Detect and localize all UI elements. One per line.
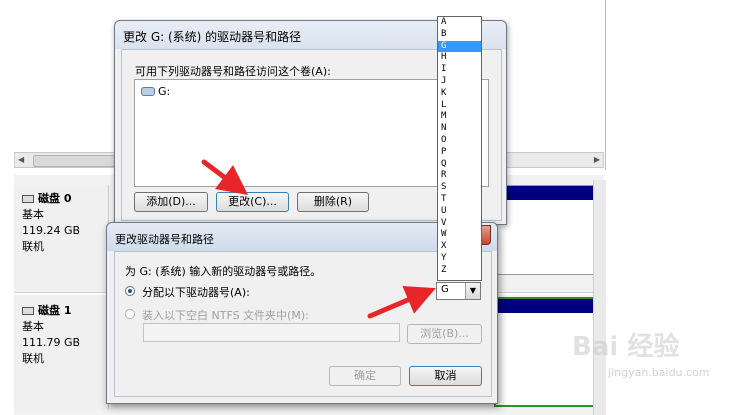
ok-button[interactable]: 确定 <box>329 366 401 386</box>
letter-option-l[interactable]: L <box>438 100 481 112</box>
dialog-prompt: 为 G: (系统) 输入新的驱动器号或路径。 <box>125 265 322 278</box>
letter-option-h[interactable]: H <box>438 52 481 64</box>
mount-folder-label: 装入以下空白 NTFS 文件夹中(M): <box>142 309 309 322</box>
list-label: 可用下列驱动器号和路径访问这个卷(A): <box>135 65 331 78</box>
disk-status: 联机 <box>22 240 44 253</box>
drive-letter-select[interactable]: G ▼ <box>436 282 481 300</box>
dialog-title: 更改驱动器号和路径 <box>115 233 214 246</box>
list-item[interactable]: G: <box>141 85 170 98</box>
watermark-url: jingyan.baidu.com <box>608 366 710 379</box>
list-item-label: G: <box>158 85 171 98</box>
scroll-right-icon[interactable]: ▶ <box>594 155 600 164</box>
letter-option-k[interactable]: K <box>438 88 481 100</box>
letter-option-p[interactable]: P <box>438 147 481 159</box>
letter-option-m[interactable]: M <box>438 111 481 123</box>
letter-option-x[interactable]: X <box>438 241 481 253</box>
folder-path-input[interactable] <box>143 323 400 342</box>
mount-folder-radio[interactable] <box>125 309 135 319</box>
letter-option-i[interactable]: I <box>438 64 481 76</box>
disk-name: 磁盘 1 <box>38 304 72 317</box>
letter-option-y[interactable]: Y <box>438 253 481 265</box>
letter-option-u[interactable]: U <box>438 206 481 218</box>
disk-0-info[interactable]: 磁盘 0 基本 119.24 GB 联机 <box>14 185 109 297</box>
disk-type: 基本 <box>22 320 44 333</box>
letter-option-t[interactable]: T <box>438 194 481 206</box>
letter-option-s[interactable]: S <box>438 182 481 194</box>
letter-option-q[interactable]: Q <box>438 159 481 171</box>
disk-icon <box>22 307 34 315</box>
chevron-down-icon[interactable]: ▼ <box>465 283 480 299</box>
dialog-title: 更改 G: (系统) 的驱动器号和路径 <box>123 30 302 44</box>
drive-path-list[interactable]: G: <box>134 79 489 187</box>
add-button[interactable]: 添加(D)... <box>134 192 208 212</box>
letter-option-n[interactable]: N <box>438 123 481 135</box>
drive-letter-dropdown[interactable]: ABGHIJKLMNOPQRSTUVWXYZ <box>437 16 482 281</box>
letter-option-g[interactable]: G <box>438 40 481 53</box>
disk-size: 119.24 GB <box>22 224 81 237</box>
scroll-left-icon[interactable]: ◀ <box>18 155 24 164</box>
drive-icon <box>141 87 155 96</box>
disk-size: 111.79 GB <box>22 336 81 349</box>
delete-button[interactable]: 删除(R) <box>297 192 369 212</box>
browse-button[interactable]: 浏览(B)... <box>407 324 482 344</box>
disk-status: 联机 <box>22 352 44 365</box>
assign-letter-radio[interactable] <box>125 286 135 296</box>
watermark-logo: Bai 经验 <box>572 332 680 362</box>
change-button[interactable]: 更改(C)... <box>216 192 289 212</box>
letter-option-v[interactable]: V <box>438 218 481 230</box>
disk-name: 磁盘 0 <box>38 192 72 205</box>
selected-letter: G <box>441 284 449 295</box>
letter-option-w[interactable]: W <box>438 229 481 241</box>
letter-option-b[interactable]: B <box>438 29 481 41</box>
letter-option-j[interactable]: J <box>438 76 481 88</box>
disk-icon <box>22 195 34 203</box>
assign-letter-label[interactable]: 分配以下驱动器号(A): <box>142 284 250 300</box>
disk-type: 基本 <box>22 208 44 221</box>
letter-option-o[interactable]: O <box>438 135 481 147</box>
pane-divider <box>605 0 606 170</box>
letter-option-r[interactable]: R <box>438 170 481 182</box>
watermark: Bai 经验 jingyan.baidu.com <box>572 326 742 396</box>
letter-option-a[interactable]: A <box>438 17 481 29</box>
cancel-button[interactable]: 取消 <box>409 366 482 386</box>
letter-option-z[interactable]: Z <box>438 265 481 277</box>
disk-1-info[interactable]: 磁盘 1 基本 111.79 GB 联机 <box>14 297 109 409</box>
partition-disk-0[interactable] <box>494 185 602 275</box>
